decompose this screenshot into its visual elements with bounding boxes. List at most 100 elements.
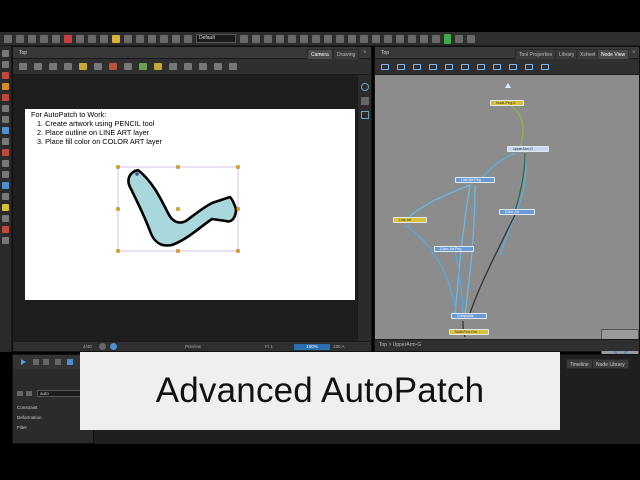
- deformation-row[interactable]: Deformation: [17, 415, 42, 420]
- distribute-icon[interactable]: [214, 63, 222, 70]
- effect-node-icon[interactable]: [477, 63, 485, 70]
- loop-icon[interactable]: [336, 34, 344, 43]
- constraint-row[interactable]: Constraint: [17, 405, 38, 410]
- zoom-field[interactable]: 100%: [294, 344, 330, 350]
- import-icon[interactable]: [432, 34, 440, 43]
- paste-icon[interactable]: [100, 34, 108, 43]
- flip-icon[interactable]: [160, 34, 168, 43]
- peg-icon[interactable]: [372, 34, 380, 43]
- effects-icon[interactable]: [408, 34, 416, 43]
- camera-breadcrumb[interactable]: Top: [19, 50, 27, 56]
- tab-node-library[interactable]: Node Library: [592, 359, 629, 369]
- stop-icon[interactable]: [455, 34, 463, 43]
- paint-bucket-icon[interactable]: [2, 182, 9, 189]
- fit-view-icon[interactable]: [361, 97, 369, 105]
- camera-mask-icon[interactable]: [34, 63, 42, 70]
- node-item[interactable]: Color-Art-Peg: [434, 246, 474, 252]
- align-icon[interactable]: [199, 63, 207, 70]
- play-icon[interactable]: [21, 359, 26, 365]
- display-node-icon[interactable]: [509, 63, 517, 70]
- deform-node-icon[interactable]: [461, 63, 469, 70]
- onion-skin-toggle-icon[interactable]: [99, 343, 106, 350]
- node-item[interactable]: Composite: [451, 313, 487, 319]
- line-tool-icon[interactable]: [2, 116, 9, 123]
- paint-icon[interactable]: [112, 34, 120, 43]
- help-icon[interactable]: [300, 34, 308, 43]
- rectangle-tool-icon[interactable]: [2, 127, 9, 134]
- node-path-breadcrumb[interactable]: Top > UpperArm-G: [375, 339, 639, 351]
- play-green-icon[interactable]: [444, 33, 451, 44]
- scroll-up-arrow-icon[interactable]: [505, 83, 511, 88]
- transform-icon[interactable]: [136, 34, 144, 43]
- bulb-icon[interactable]: [154, 63, 162, 70]
- new-scene-icon[interactable]: [4, 34, 12, 43]
- camera-node-icon[interactable]: [493, 63, 501, 70]
- smooth-tool-icon[interactable]: [2, 171, 9, 178]
- node-item[interactable]: Color-Art: [499, 209, 535, 215]
- scale-icon[interactable]: [184, 63, 192, 70]
- layer-list-icon[interactable]: [26, 391, 32, 396]
- drawing-node-icon[interactable]: [397, 63, 405, 70]
- deform-icon[interactable]: [396, 34, 404, 43]
- onion-icon[interactable]: [64, 63, 72, 70]
- cutter-node-icon[interactable]: [445, 63, 453, 70]
- stroke-icon[interactable]: [124, 63, 132, 70]
- sound-icon[interactable]: [67, 359, 73, 365]
- write-node-icon[interactable]: [525, 63, 533, 70]
- settings-icon[interactable]: [312, 34, 320, 43]
- undo-icon[interactable]: [40, 34, 48, 43]
- dropper-tool-icon[interactable]: [2, 193, 9, 200]
- peg-node-icon[interactable]: [381, 63, 389, 70]
- camera-toggle-icon[interactable]: [361, 111, 369, 119]
- arm-drawing[interactable]: [116, 165, 240, 255]
- node-item[interactable]: Line-Art: [393, 217, 427, 223]
- view-icon[interactable]: [240, 34, 248, 43]
- prev-frame-icon[interactable]: [33, 359, 39, 365]
- tab-tool-properties[interactable]: Tool Properties: [515, 49, 557, 59]
- close-icon[interactable]: ×: [632, 50, 636, 56]
- text-tool-icon[interactable]: [2, 105, 9, 112]
- rotate-view-icon[interactable]: [2, 237, 9, 244]
- pencil-icon[interactable]: [94, 63, 102, 70]
- node-breadcrumb-top[interactable]: Top: [381, 50, 389, 56]
- ellipse-tool-icon[interactable]: [2, 138, 9, 145]
- camera-stage[interactable]: For AutoPatch to Work: 1. Create artwork…: [13, 75, 371, 341]
- eraser-tool-icon[interactable]: [2, 94, 9, 101]
- tab-library[interactable]: Library: [555, 49, 579, 59]
- transform-tool-icon[interactable]: [2, 204, 9, 211]
- color-icon[interactable]: [139, 63, 147, 70]
- light-icon[interactable]: [264, 34, 272, 43]
- loop-icon[interactable]: [55, 359, 61, 365]
- grid-icon[interactable]: [19, 63, 27, 70]
- preview-icon[interactable]: [288, 34, 296, 43]
- node-item[interactable]: Node-Peg-G: [490, 100, 524, 106]
- grid-icon[interactable]: [172, 34, 180, 43]
- navigator-toggle-icon[interactable]: [541, 63, 549, 70]
- playback-icon[interactable]: [324, 34, 332, 43]
- node-canvas[interactable]: Node-Peg-G UpperArm-G Line-Art-Peg Line-…: [375, 75, 639, 369]
- pencil-tool-icon[interactable]: [2, 83, 9, 90]
- sound-icon[interactable]: [348, 34, 356, 43]
- cut-icon[interactable]: [76, 34, 84, 43]
- onion-skin-icon[interactable]: [360, 34, 368, 43]
- fullscreen-icon[interactable]: [467, 34, 475, 43]
- bone-icon[interactable]: [384, 34, 392, 43]
- safe-area-icon[interactable]: [49, 63, 57, 70]
- layer-view-icon[interactable]: [17, 391, 23, 396]
- copy-icon[interactable]: [88, 34, 96, 43]
- cutter-tool-icon[interactable]: [2, 160, 9, 167]
- save-icon[interactable]: [28, 34, 36, 43]
- composite-node-icon[interactable]: [413, 63, 421, 70]
- tab-node-view[interactable]: Node View: [597, 49, 630, 59]
- brush-icon[interactable]: [109, 63, 117, 70]
- tab-drawing[interactable]: Drawing: [333, 49, 360, 59]
- hand-tool-icon[interactable]: [2, 215, 9, 222]
- flip-icon[interactable]: [169, 63, 177, 70]
- contour-editor-icon[interactable]: [2, 61, 9, 68]
- node-item-selected[interactable]: UpperArm-G: [507, 146, 549, 152]
- tab-timeline[interactable]: Timeline: [566, 359, 593, 369]
- node-item[interactable]: Multi-Port-Out: [449, 329, 489, 335]
- arm-shape[interactable]: [127, 168, 238, 247]
- group-node-icon[interactable]: [429, 63, 437, 70]
- record-icon[interactable]: [64, 34, 72, 43]
